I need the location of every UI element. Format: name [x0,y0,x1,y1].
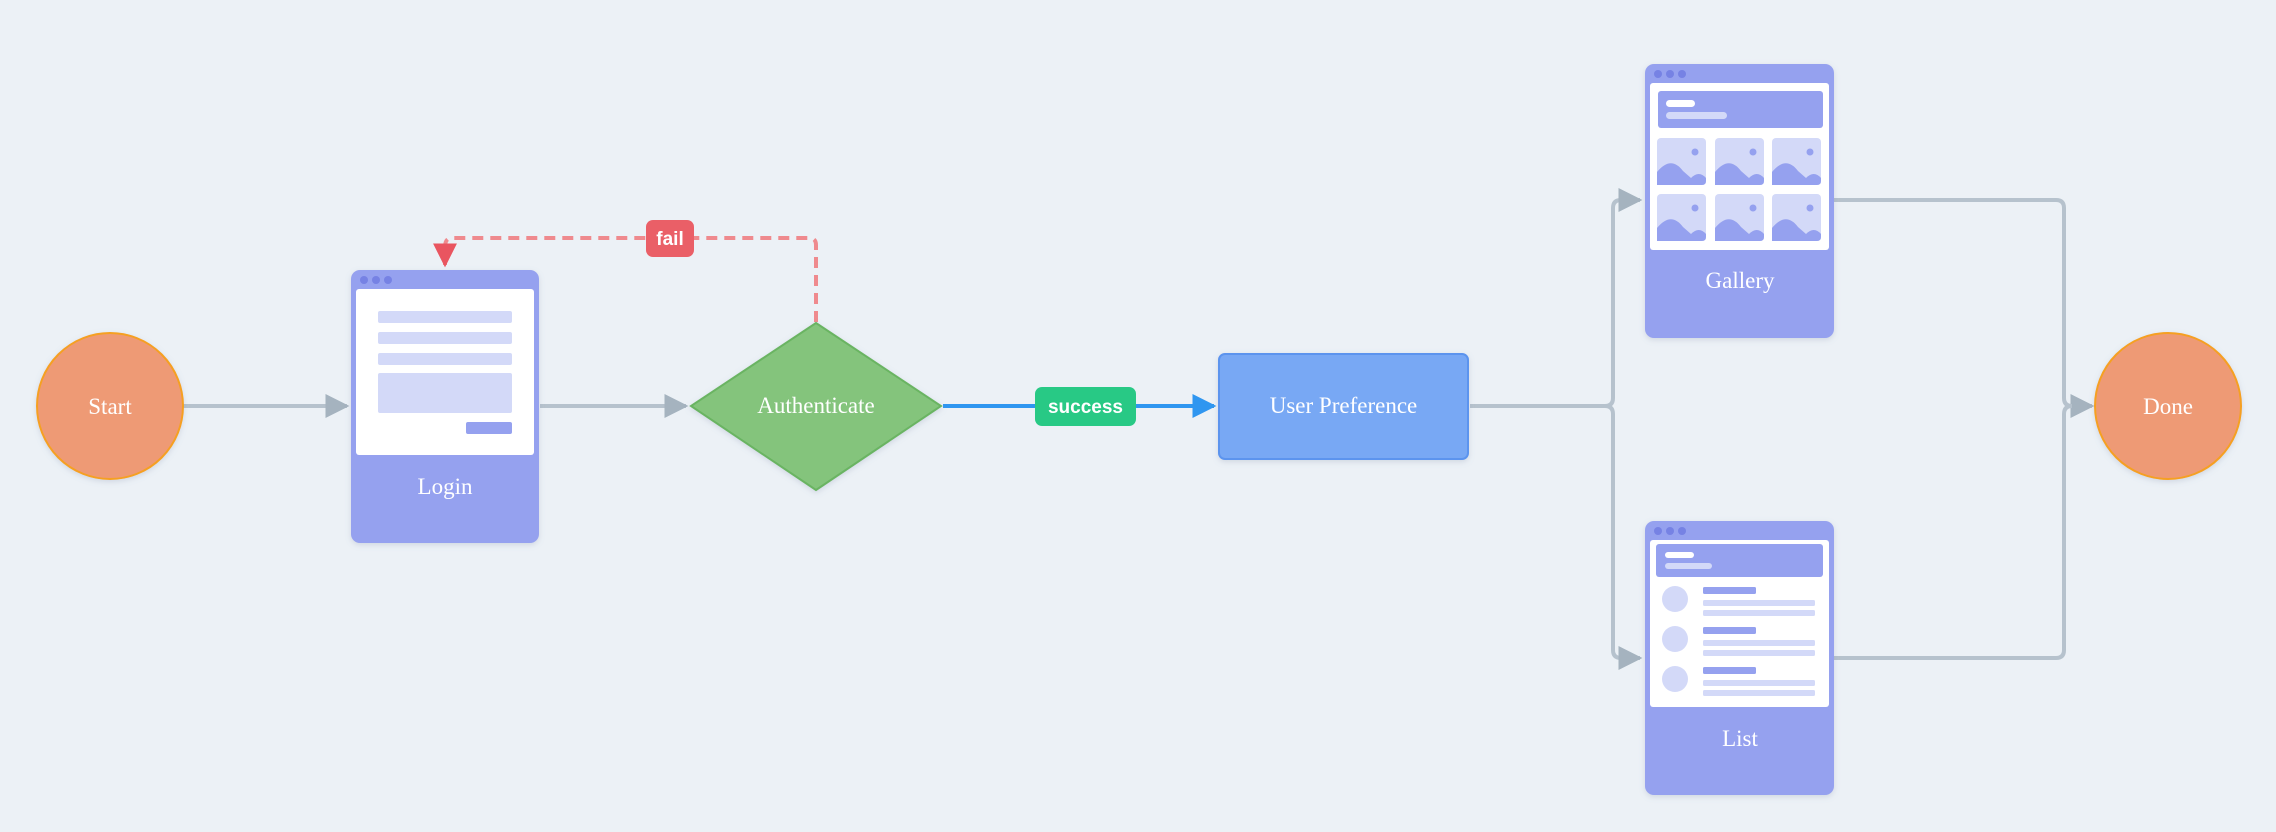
node-login[interactable]: Login [351,270,539,543]
image-thumbnail-icon [1772,138,1821,185]
gallery-label: Gallery [1706,268,1775,293]
start-label: Start [88,394,132,419]
node-start[interactable]: Start [36,332,184,480]
fail-badge: fail [646,220,694,257]
window-dot-icon [360,276,368,284]
success-label: success [1048,397,1123,418]
window-dot-icon [1678,527,1686,535]
done-label: Done [2143,394,2193,419]
image-thumbnail-icon [1657,194,1706,241]
edge-user-preference-to-gallery[interactable] [1470,188,1643,408]
image-thumbnail-icon [1657,138,1706,185]
window-dot-icon [1678,70,1686,78]
window-dot-icon [1654,527,1662,535]
window-dot-icon [1654,70,1662,78]
window-dot-icon [1666,527,1674,535]
login-label: Login [418,474,473,499]
node-gallery[interactable]: Gallery [1645,64,1834,338]
flowchart-canvas: fail success Start Login Authenticate Us [36,64,2242,795]
fail-label: fail [656,229,683,250]
edge-list-to-done[interactable] [1834,404,2073,660]
node-authenticate[interactable]: Authenticate [689,321,943,492]
node-done[interactable]: Done [2094,332,2242,480]
window-dot-icon [372,276,380,284]
image-thumbnail-icon [1772,194,1821,241]
node-user-preference[interactable]: User Preference [1218,353,1469,460]
window-dot-icon [1666,70,1674,78]
authenticate-label: Authenticate [757,393,875,418]
success-badge: success [1035,387,1136,426]
image-thumbnail-icon [1715,194,1764,241]
window-dot-icon [384,276,392,284]
edge-user-preference-to-list[interactable] [1604,404,1643,670]
list-label: List [1722,726,1758,751]
edge-gallery-to-done[interactable] [1834,198,2095,418]
user-preference-label: User Preference [1270,393,1418,418]
node-list[interactable]: List [1645,521,1834,795]
image-thumbnail-icon [1715,138,1764,185]
